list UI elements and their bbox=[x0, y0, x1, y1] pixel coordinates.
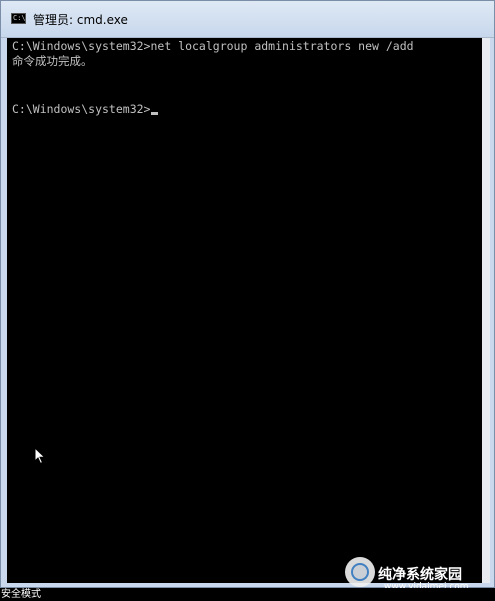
console-icon[interactable]: C:\ bbox=[11, 13, 26, 24]
console-prompt-line: C:\Windows\system32> bbox=[12, 102, 159, 116]
console-prompt: C:\Windows\system32> bbox=[12, 102, 151, 116]
console-line: 命令成功完成。 bbox=[12, 54, 93, 68]
safe-mode-label: 安全模式 bbox=[1, 589, 41, 600]
window-title: 管理员: cmd.exe bbox=[33, 13, 128, 27]
cmd-window: C:\ 管理员: cmd.exe C:\Windows\system32>net… bbox=[0, 0, 495, 588]
vertical-scrollbar[interactable] bbox=[482, 38, 490, 583]
console-line: C:\Windows\system32>net localgroup admin… bbox=[12, 39, 414, 53]
console-output[interactable]: C:\Windows\system32>net localgroup admin… bbox=[7, 38, 482, 583]
watermark-site-name: 纯净系统家园 bbox=[378, 567, 462, 583]
text-cursor bbox=[151, 112, 159, 115]
mouse-pointer-icon bbox=[34, 447, 46, 465]
title-bar[interactable]: C:\ 管理员: cmd.exe bbox=[1, 1, 494, 38]
status-bar: 安全模式 bbox=[0, 588, 495, 601]
site-logo-icon bbox=[345, 557, 375, 587]
